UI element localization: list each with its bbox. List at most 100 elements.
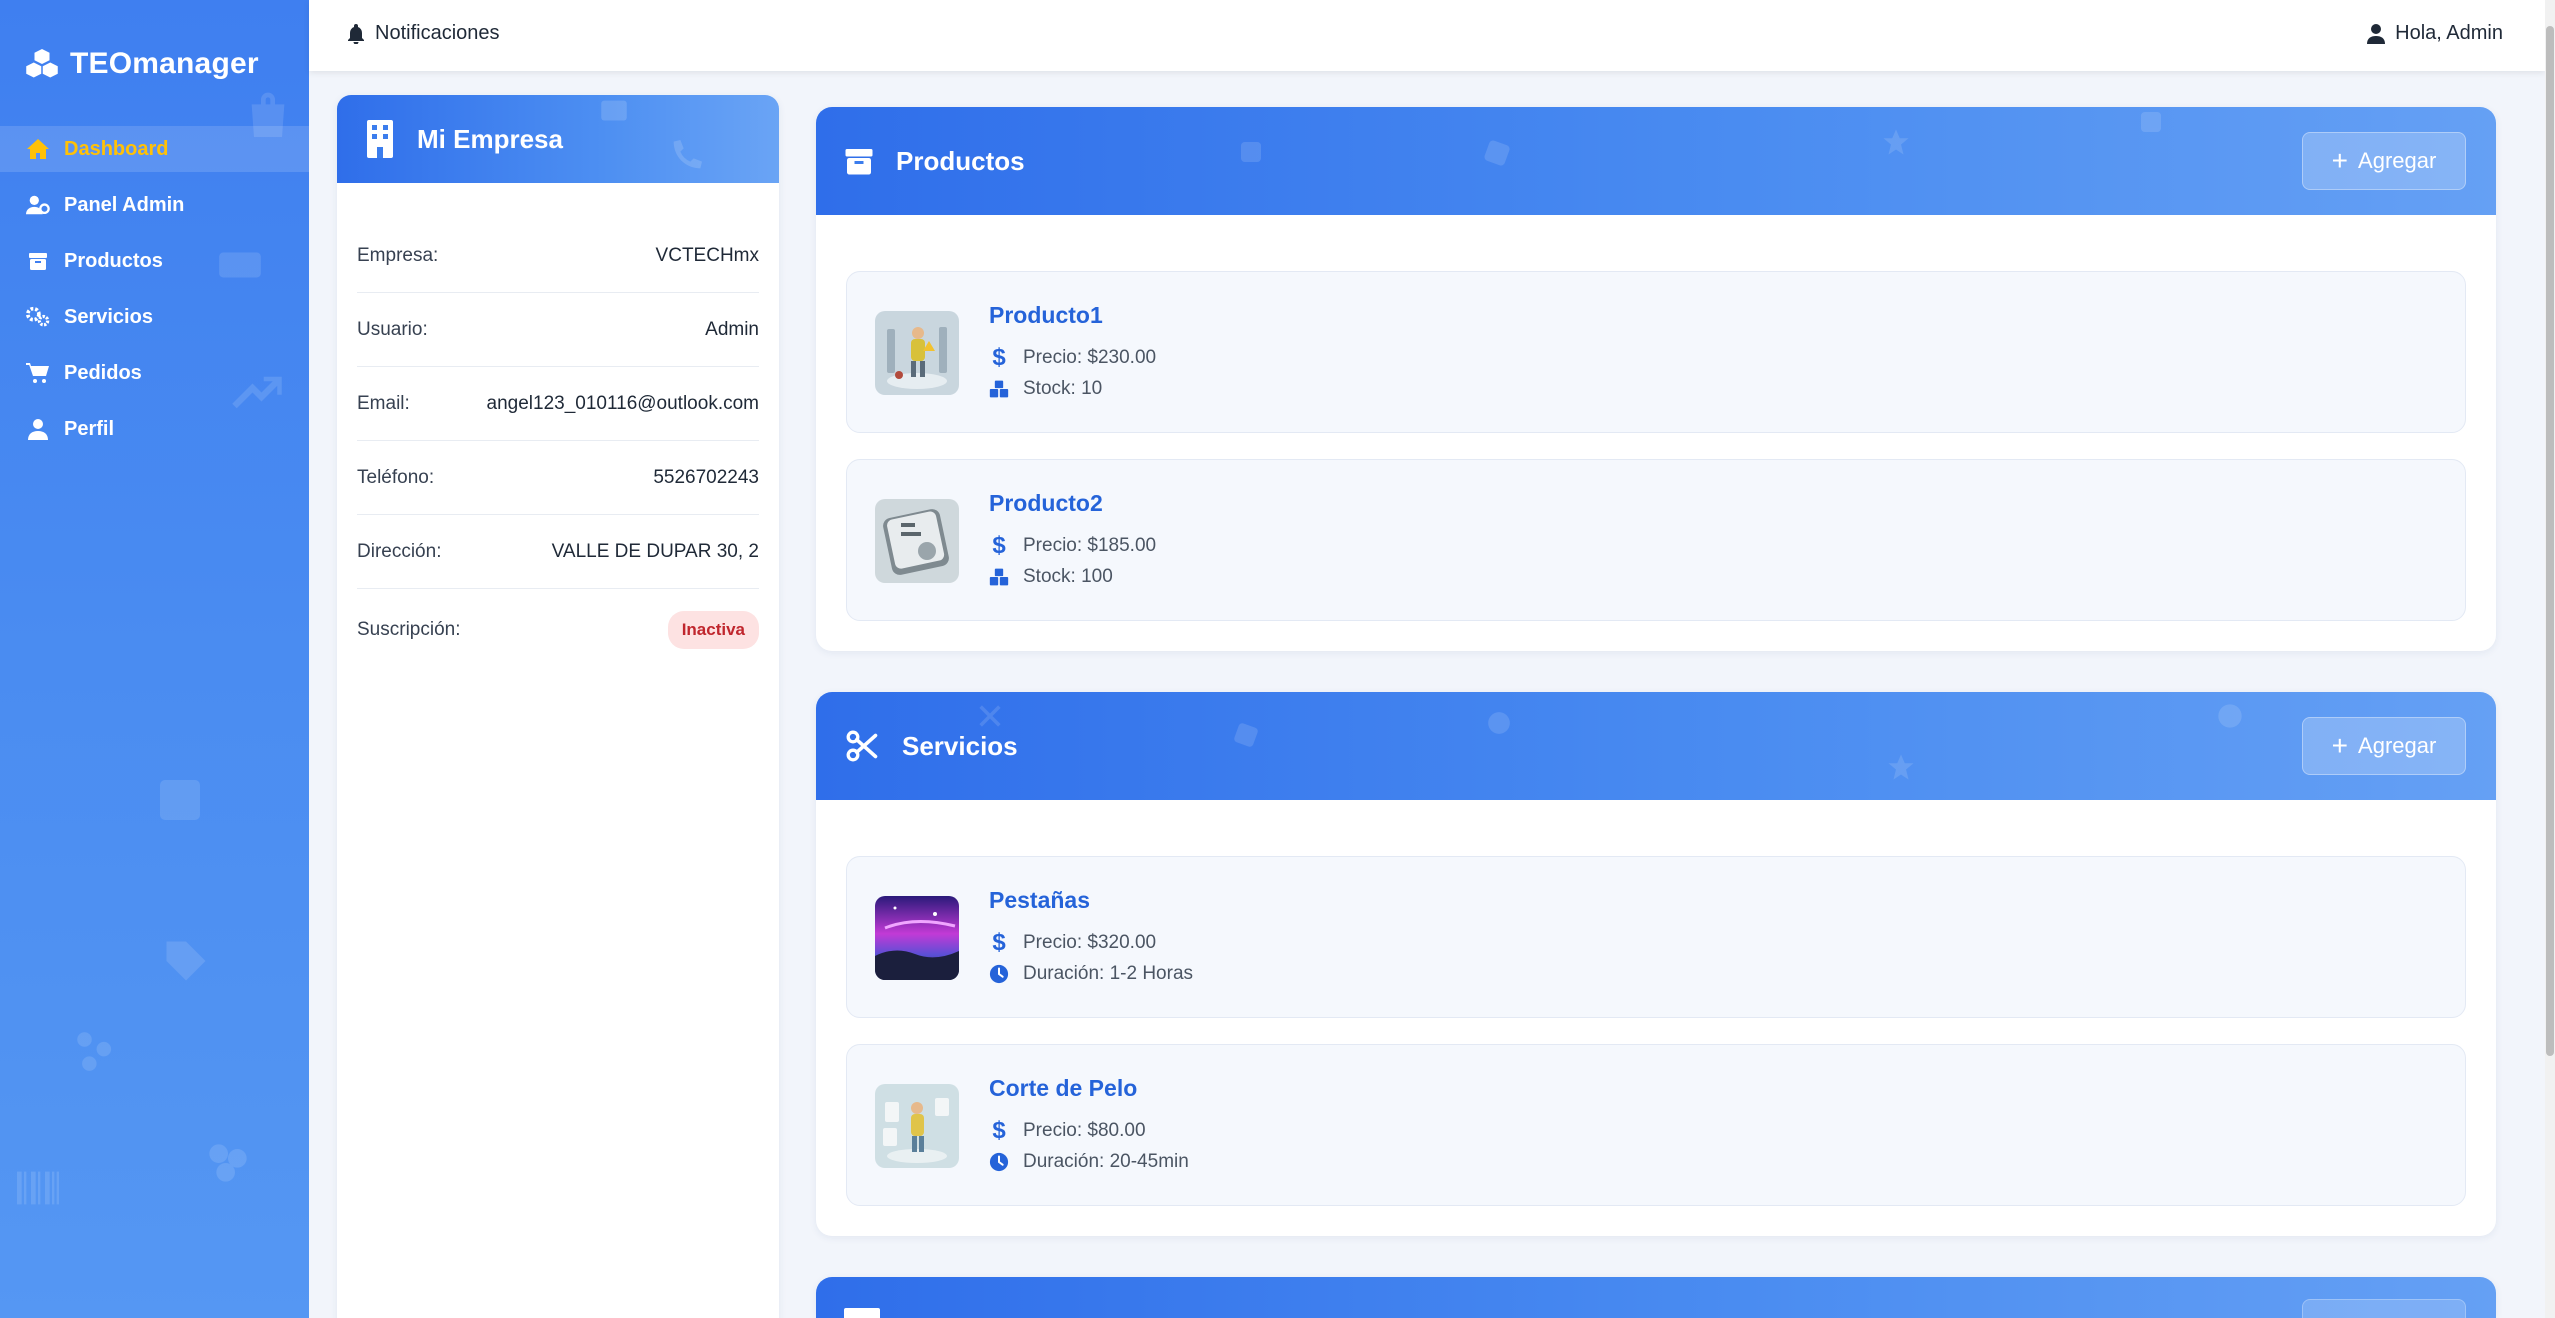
sidebar-item-label: Productos — [64, 249, 163, 272]
service-duration: Duración: 20-45min — [989, 1151, 1189, 1173]
decorative-shape-icon — [1488, 712, 1510, 734]
product-name[interactable]: Producto1 — [989, 302, 1103, 329]
info-value: VCTECHmx — [655, 244, 759, 266]
decorative-receipt-icon — [160, 780, 200, 820]
greeting-label: Hola, Admin — [2395, 22, 2503, 44]
add-product-button[interactable]: + Agregar — [2302, 132, 2466, 190]
next-section — [816, 1277, 2496, 1318]
product-price: $ Precio: $185.00 — [989, 532, 1156, 560]
sidebar-item-perfil[interactable]: Perfil — [0, 406, 309, 452]
plus-icon: + — [2331, 145, 2349, 176]
company-row-email: Email: angel123_010116@outlook.com — [357, 367, 759, 441]
sidebar-nav: Dashboard Panel Admin Productos Servicio… — [0, 126, 309, 462]
scissors-icon — [846, 730, 878, 762]
product-stock: Stock: 10 — [989, 378, 1102, 400]
next-section-header — [816, 1277, 2496, 1318]
cubes-logo-icon — [26, 49, 58, 78]
decorative-cubes-icon — [209, 1144, 247, 1182]
user-icon — [26, 417, 50, 441]
decorative-barcode-icon — [17, 1171, 59, 1205]
sidebar-item-label: Dashboard — [64, 137, 169, 160]
decorative-shape-icon — [1883, 129, 1909, 155]
product-thumbnail — [875, 499, 959, 583]
sidebar-item-dashboard[interactable]: Dashboard — [0, 126, 309, 172]
dollar-icon: $ — [992, 532, 1006, 559]
product-card[interactable]: Producto2 $ Precio: $185.00 Stock: 100 — [846, 459, 2466, 621]
service-thumbnail — [875, 896, 959, 980]
sidebar-item-label: Pedidos — [64, 361, 142, 384]
products-section-header: Productos + Agregar — [816, 107, 2496, 215]
info-label: Email: — [357, 392, 410, 414]
box-icon — [845, 149, 873, 175]
product-name[interactable]: Producto2 — [989, 490, 1103, 517]
home-icon — [26, 137, 50, 161]
service-duration-text: Duración: 20-45min — [1023, 1151, 1189, 1172]
product-card[interactable]: Producto1 $ Precio: $230.00 Stock: 10 — [846, 271, 2466, 433]
info-label: Suscripción: — [357, 619, 461, 640]
user-menu[interactable]: Hola, Admin — [2367, 22, 2503, 45]
service-card[interactable]: Corte de Pelo $ Precio: $80.00 Duración:… — [846, 1044, 2466, 1206]
brand[interactable]: TEOmanager — [24, 44, 259, 84]
decorative-tag-icon — [166, 941, 206, 981]
product-stock-text: Stock: 100 — [1023, 566, 1113, 587]
product-stock-text: Stock: 10 — [1023, 378, 1103, 399]
dollar-icon: $ — [992, 1117, 1006, 1144]
product-price-text: Precio: $185.00 — [1023, 535, 1157, 556]
services-section-header: Servicios + Agregar — [816, 692, 2496, 800]
dollar-icon: $ — [992, 344, 1006, 371]
service-price: $ Precio: $320.00 — [989, 929, 1156, 957]
bell-icon — [348, 23, 364, 44]
decorative-scissors-icon — [979, 705, 1001, 727]
info-value: angel123_010116@outlook.com — [486, 392, 759, 414]
sidebar-item-pedidos[interactable]: Pedidos — [0, 350, 309, 396]
company-card-header: Mi Empresa — [337, 95, 779, 183]
services-list: Pestañas $ Precio: $320.00 Duración: 1-2… — [816, 800, 2496, 1236]
plus-icon: + — [2331, 730, 2349, 761]
sidebar-item-servicios[interactable]: Servicios — [0, 294, 309, 340]
products-list: Producto1 $ Precio: $230.00 Stock: 10 Pr… — [816, 215, 2496, 651]
company-card: Mi Empresa Empresa: VCTECHmx Usuario: Ad… — [337, 95, 779, 1318]
dollar-icon: $ — [992, 929, 1006, 956]
cart-icon — [26, 361, 50, 385]
decorative-shape-icon — [1234, 723, 1258, 747]
service-price: $ Precio: $80.00 — [989, 1117, 1146, 1145]
notifications-label: Notificaciones — [375, 22, 500, 44]
gears-icon — [26, 305, 50, 329]
info-value: VALLE DE DUPAR 30, 2 — [551, 540, 759, 562]
decorative-dots-icon — [77, 1032, 112, 1071]
boxes-stacked-icon — [989, 378, 1009, 400]
user-cog-icon — [26, 193, 50, 217]
sidebar-item-label: Perfil — [64, 417, 115, 440]
sidebar-item-productos[interactable]: Productos — [0, 238, 309, 284]
add-service-button[interactable]: + Agregar — [2302, 717, 2466, 775]
company-info: Empresa: VCTECHmx Usuario: Admin Email: … — [337, 219, 779, 671]
add-button[interactable] — [2302, 1299, 2466, 1318]
sidebar: TEOmanager Dashboard Panel Admin Product… — [0, 0, 309, 1318]
top-bar: Notificaciones Hola, Admin — [309, 0, 2545, 71]
clock-icon — [989, 1151, 1009, 1173]
service-name[interactable]: Pestañas — [989, 887, 1090, 914]
info-value: Admin — [705, 318, 759, 340]
box-icon — [26, 249, 50, 273]
user-icon — [2367, 23, 2386, 44]
services-section-title: Servicios — [902, 730, 1018, 761]
brand-name: TEOmanager — [70, 47, 259, 80]
sidebar-item-label: Servicios — [64, 305, 153, 328]
service-card[interactable]: Pestañas $ Precio: $320.00 Duración: 1-2… — [846, 856, 2466, 1018]
service-price-text: Precio: $320.00 — [1023, 932, 1157, 953]
decorative-phone-icon — [673, 140, 702, 169]
sidebar-item-panel-admin[interactable]: Panel Admin — [0, 182, 309, 228]
service-price-text: Precio: $80.00 — [1023, 1120, 1146, 1141]
decorative-shape-icon — [2218, 704, 2242, 728]
page-scrollbar-thumb[interactable] — [2546, 26, 2554, 1056]
decorative-shape-icon — [2141, 112, 2161, 132]
sidebar-item-label: Panel Admin — [64, 193, 185, 216]
company-row-suscripcion: Suscripción: Inactiva — [357, 589, 759, 671]
notifications-button[interactable]: Notificaciones — [347, 22, 500, 45]
decorative-shape-icon — [1241, 142, 1261, 162]
clock-icon — [989, 963, 1009, 985]
section-icon — [844, 1307, 880, 1318]
company-row-direccion: Dirección: VALLE DE DUPAR 30, 2 — [357, 515, 759, 589]
service-name[interactable]: Corte de Pelo — [989, 1075, 1137, 1102]
decorative-shape-icon — [1484, 140, 1510, 166]
